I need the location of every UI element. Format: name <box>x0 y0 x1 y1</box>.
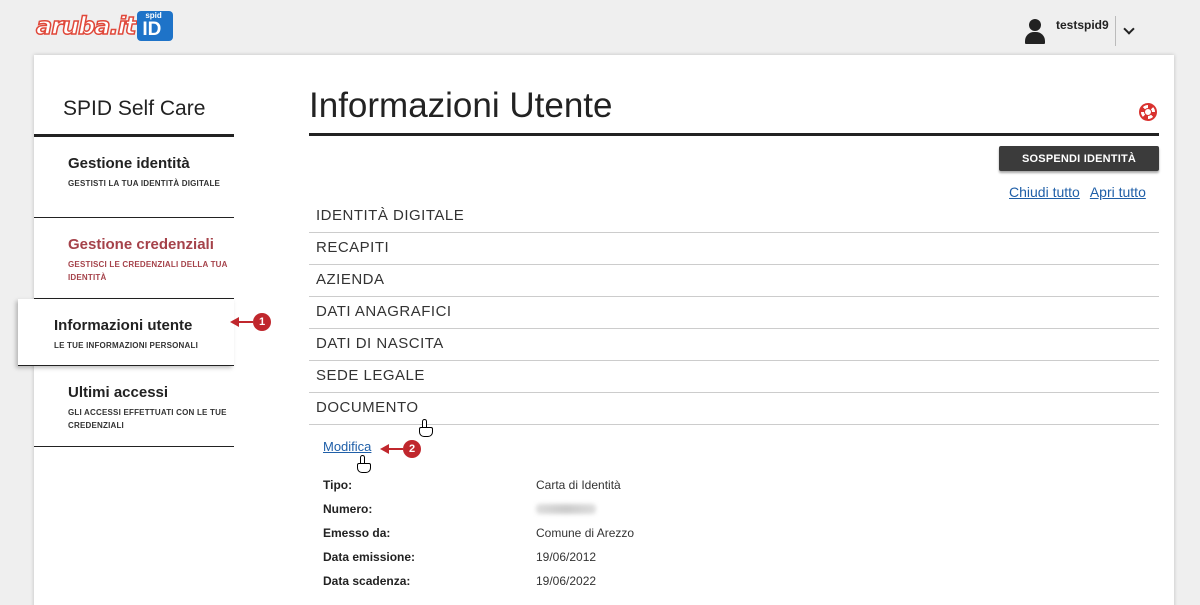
user-icon <box>1024 17 1046 45</box>
sidebar-title: SPID Self Care <box>63 97 206 120</box>
sidebar-item-subtitle: GESTISCI LE CREDENZIALI DELLA TUA IDENTI… <box>68 260 228 282</box>
detail-label: Numero: <box>323 502 373 516</box>
section-sede-legale[interactable]: SEDE LEGALE <box>309 361 1159 393</box>
detail-label: Tipo: <box>323 478 353 492</box>
main-card: SPID Self Care Gestione identità GESTIST… <box>18 55 1174 605</box>
open-all-link[interactable]: Apri tutto <box>1090 184 1146 200</box>
sidebar-item-gestione-identita[interactable]: Gestione identità GESTISTI LA TUA IDENTI… <box>34 137 234 218</box>
blurred-document-number <box>536 504 596 514</box>
edit-document-link[interactable]: Modifica <box>323 439 371 454</box>
section-documento[interactable]: DOCUMENTO <box>309 393 1159 425</box>
spid-id-badge: spid ID <box>137 11 174 41</box>
annotation-marker-1: 1 <box>230 313 271 331</box>
detail-row-data-emissione: Data emissione: 19/06/2012 <box>323 545 923 569</box>
chevron-down-icon[interactable] <box>1122 24 1136 38</box>
page-title: Informazioni Utente <box>309 86 613 125</box>
hand-pointer-cursor-icon <box>357 455 371 473</box>
section-dati-anagrafici[interactable]: DATI ANAGRAFICI <box>309 297 1159 329</box>
user-menu-divider <box>1114 16 1116 46</box>
lifebuoy-help-icon[interactable] <box>1139 103 1157 121</box>
user-menu[interactable]: testspid9 <box>1024 16 1136 46</box>
sidebar-item-label: Informazioni utente <box>54 317 193 334</box>
detail-label: Data scadenza: <box>323 574 411 588</box>
detail-row-emesso-da: Emesso da: Comune di Arezzo <box>323 521 923 545</box>
detail-value: Carta di Identità <box>536 478 621 492</box>
sidebar-item-subtitle: GESTISTI LA TUA IDENTITÀ DIGITALE <box>68 179 221 188</box>
sidebar-item-label: Gestione credenziali <box>68 236 214 253</box>
arrow-left-icon <box>380 444 389 454</box>
sidebar-item-gestione-credenziali[interactable]: Gestione credenziali GESTISCI LE CREDENZ… <box>34 218 234 299</box>
section-identita-digitale[interactable]: IDENTITÀ DIGITALE <box>309 201 1159 233</box>
detail-value: 19/06/2012 <box>536 550 597 564</box>
detail-label: Data emissione: <box>323 550 416 564</box>
accordion-controls: Chiudi tutto Apri tutto <box>1009 184 1156 200</box>
marker-number: 2 <box>403 440 421 458</box>
title-rule <box>309 133 1159 136</box>
detail-label: Emesso da: <box>323 526 391 540</box>
username: testspid9 <box>1056 18 1109 32</box>
detail-value: Comune di Arezzo <box>536 526 635 540</box>
sidebar-item-subtitle: LE TUE INFORMAZIONI PERSONALI <box>54 341 199 350</box>
marker-number: 1 <box>253 313 271 331</box>
sidebar-item-label: Gestione identità <box>68 155 190 172</box>
section-recapiti[interactable]: RECAPITI <box>309 233 1159 265</box>
sidebar-item-ultimi-accessi[interactable]: Ultimi accessi GLI ACCESSI EFFETTUATI CO… <box>34 366 234 447</box>
arrow-left-icon <box>230 317 239 327</box>
badge-id-label: ID <box>142 19 162 40</box>
suspend-identity-button[interactable]: SOSPENDI IDENTITÀ <box>999 146 1159 171</box>
logo-text: aruba.it <box>35 11 137 41</box>
detail-row-numero: Numero: <box>323 497 923 521</box>
sidebar-item-label: Ultimi accessi <box>68 384 169 401</box>
annotation-marker-2: 2 <box>380 440 421 458</box>
detail-row-data-scadenza: Data scadenza: 19/06/2022 <box>323 569 923 593</box>
document-details: Tipo: Carta di Identità Numero: Emesso d… <box>323 473 923 593</box>
sidebar-item-informazioni-utente[interactable]: Informazioni utente LE TUE INFORMAZIONI … <box>18 299 234 366</box>
section-azienda[interactable]: AZIENDA <box>309 265 1159 297</box>
aruba-spid-logo[interactable]: aruba.it spid ID <box>35 11 174 41</box>
sidebar-item-subtitle: GLI ACCESSI EFFETTUATI CON LE TUE CREDEN… <box>68 408 227 430</box>
close-all-link[interactable]: Chiudi tutto <box>1009 184 1080 200</box>
section-dati-di-nascita[interactable]: DATI DI NASCITA <box>309 329 1159 361</box>
hand-pointer-cursor-icon <box>419 419 433 437</box>
detail-value: 19/06/2022 <box>536 574 597 588</box>
top-header: aruba.it spid ID testspid9 <box>0 0 1200 55</box>
detail-row-tipo: Tipo: Carta di Identità <box>323 473 923 497</box>
